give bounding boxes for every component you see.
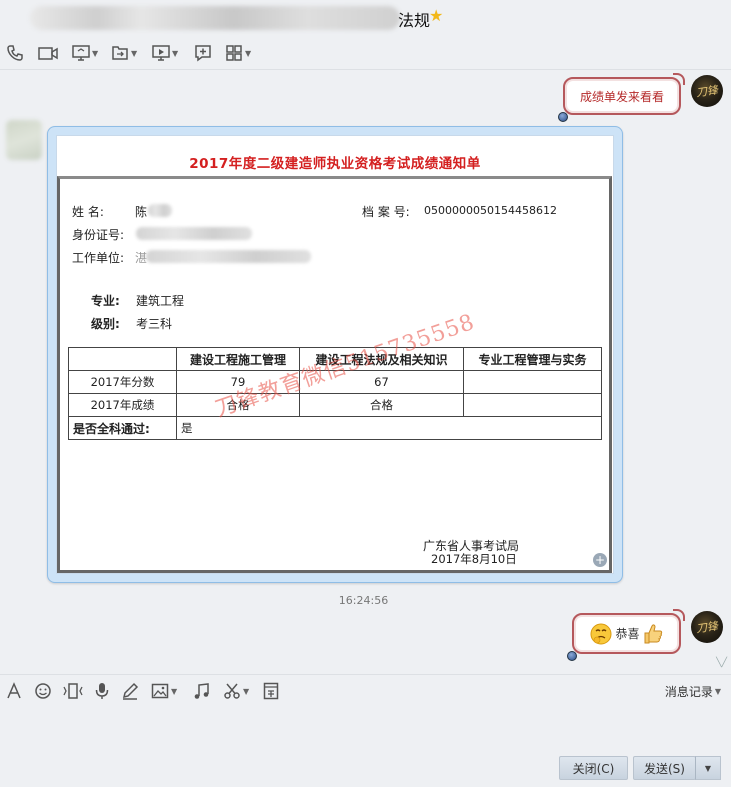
table-header: 建设工程施工管理 (176, 347, 300, 371)
table-cell (463, 393, 602, 417)
table-header (68, 347, 177, 371)
send-file-icon[interactable]: ▼ (111, 42, 137, 64)
shake-icon[interactable] (61, 681, 85, 701)
blurred-work-unit (146, 250, 311, 263)
zoom-icon[interactable]: + (593, 553, 607, 567)
remote-assist-icon[interactable]: ▼ (152, 42, 178, 64)
add-app-icon[interactable] (194, 42, 212, 64)
avatar[interactable]: 刀锋 (691, 611, 723, 643)
table-cell: 2017年成绩 (68, 393, 177, 417)
table-cell: 合格 (299, 393, 464, 417)
level-value: 考三科 (136, 317, 173, 331)
timestamp-text: 16:24:56 (338, 594, 389, 607)
message-text: 成绩单发来看看 (579, 89, 664, 104)
font-icon[interactable] (6, 681, 22, 701)
contact-avatar[interactable] (6, 120, 42, 160)
input-toolbar: ▼ ▼ 消息记录 ▼ (0, 674, 731, 706)
more-apps-icon[interactable]: ▼ (225, 42, 251, 64)
screen-share-icon[interactable]: ▼ (72, 42, 98, 64)
bubble-decoration (673, 73, 685, 85)
pin-icon (558, 112, 568, 122)
chat-toolbar: ▼ ▼ ▼ ▼ (0, 38, 731, 70)
pin-icon (567, 651, 577, 661)
score-report-image[interactable]: 2017年度二级建造师执业资格考试成绩通知单 姓 名: 陈 档 案 号: 050… (56, 135, 614, 574)
microphone-icon[interactable] (94, 681, 110, 701)
file-number-label: 档 案 号: (362, 205, 410, 219)
work-unit-label: 工作单位: (72, 251, 125, 265)
blurred-name (148, 204, 172, 217)
pen-icon[interactable] (121, 681, 139, 701)
history-label: 消息记录 (664, 685, 713, 699)
message-timestamp: 16:24:56 (0, 594, 731, 607)
collapse-arrow-icon[interactable]: ╲╱ (716, 658, 727, 668)
window-title: 法规 (398, 11, 431, 30)
issue-date: 2017年8月10日 (431, 552, 517, 566)
avatar[interactable]: 刀锋 (691, 75, 723, 107)
phone-icon[interactable] (6, 42, 24, 64)
table-row: 2017年成绩 合格 合格 (68, 393, 602, 417)
name-value: 陈 (135, 205, 148, 219)
avatar-logo: 刀锋 (695, 83, 719, 100)
title-bar: 法规 ★ (0, 0, 731, 38)
file-number-value: 0500000050154458612 (424, 204, 557, 217)
message-text: 恭喜 (615, 627, 640, 641)
emoji-face-icon (590, 623, 612, 644)
close-button[interactable]: 关闭(C) (559, 756, 628, 780)
star-icon[interactable]: ★ (429, 6, 443, 25)
image-icon[interactable]: ▼ (151, 681, 177, 701)
outgoing-message-bubble[interactable]: 恭喜 (567, 609, 685, 661)
major-label: 专业: (91, 294, 120, 308)
chevron-down-icon: ▼ (714, 687, 721, 696)
thumbs-up-icon (644, 623, 662, 643)
message-history-button[interactable]: 消息记录 ▼ (665, 683, 721, 700)
music-icon[interactable] (193, 681, 211, 701)
message-input[interactable] (0, 706, 731, 756)
avatar-logo: 刀锋 (695, 619, 719, 636)
report-title: 2017年度二级建造师执业资格考试成绩通知单 (189, 156, 481, 172)
report-frame: 姓 名: 陈 档 案 号: 0500000050154458612 身份证号: … (57, 176, 612, 573)
table-header: 专业工程管理与实务 (463, 347, 602, 371)
red-envelope-icon[interactable] (263, 681, 279, 701)
blurred-contact-name (30, 6, 400, 30)
incoming-image-bubble[interactable]: 2017年度二级建造师执业资格考试成绩通知单 姓 名: 陈 档 案 号: 050… (47, 126, 623, 583)
table-cell (463, 370, 602, 394)
send-options-dropdown[interactable]: ▼ (695, 756, 721, 780)
pass-label: 是否全科通过: (68, 416, 177, 440)
name-label: 姓 名: (72, 205, 104, 219)
level-label: 级别: (91, 317, 120, 331)
send-button[interactable]: 发送(S) (633, 756, 696, 780)
video-call-icon[interactable] (37, 42, 59, 64)
emoji-icon[interactable] (34, 681, 52, 701)
blurred-id-number (136, 227, 252, 240)
major-value: 建筑工程 (136, 294, 185, 308)
screenshot-scissors-icon[interactable]: ▼ (223, 681, 249, 701)
table-row: 是否全科通过: 是 (68, 416, 602, 440)
outgoing-message-bubble[interactable]: 成绩单发来看看 (558, 73, 685, 122)
bubble-decoration (673, 609, 685, 621)
pass-value: 是 (176, 416, 602, 440)
table-cell: 2017年分数 (68, 370, 177, 394)
id-number-label: 身份证号: (72, 228, 125, 242)
